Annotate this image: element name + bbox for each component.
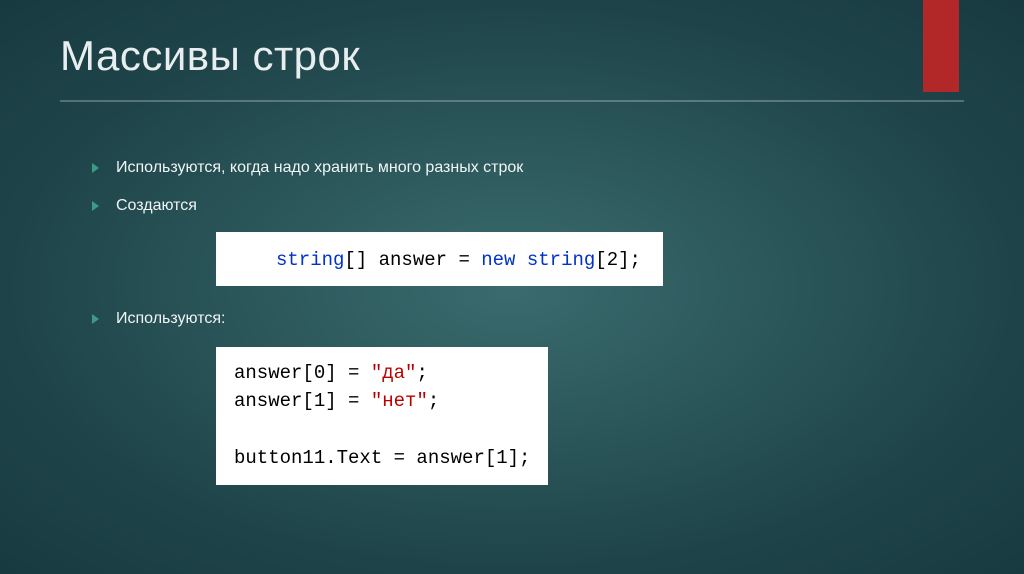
bullet-item: Используются, когда надо хранить много р… <box>90 157 964 179</box>
code-block-usage: answer[0] = "да"; answer[1] = "нет"; but… <box>216 347 964 485</box>
accent-bar <box>923 0 959 92</box>
code-text: button11.Text = answer[ <box>234 447 496 469</box>
code-string: "нет" <box>371 390 428 412</box>
code-keyword: string <box>527 249 595 271</box>
code-text: ]; <box>508 447 531 469</box>
bullet-text: Используются: <box>116 308 225 330</box>
content-area: Используются, когда надо хранить много р… <box>90 157 964 485</box>
code-number: 1 <box>314 390 325 412</box>
code-keyword: string <box>276 249 344 271</box>
code-string: "да" <box>371 362 417 384</box>
code-text: ]; <box>618 249 641 271</box>
code-keyword: new <box>481 249 527 271</box>
bullet-text: Используются, когда надо хранить много р… <box>116 157 523 179</box>
chevron-right-icon <box>90 199 102 217</box>
code-block-declaration: string[] answer = new string[2]; <box>216 232 964 287</box>
code-text: ] = <box>325 362 371 384</box>
code-text: ; <box>416 362 427 384</box>
code-number: 1 <box>496 447 507 469</box>
slide-title: Массивы строк <box>60 32 964 80</box>
chevron-right-icon <box>90 161 102 179</box>
code-text: answer[ <box>234 362 314 384</box>
code-number: 0 <box>314 362 325 384</box>
bullet-item: Используются: <box>90 308 964 330</box>
code-text: ; <box>428 390 439 412</box>
code-number: 2 <box>607 249 618 271</box>
bullet-text: Создаются <box>116 195 197 217</box>
chevron-right-icon <box>90 312 102 330</box>
title-underline <box>60 100 964 102</box>
bullet-item: Создаются <box>90 195 964 233</box>
code-text: [] answer = <box>344 249 481 271</box>
code-text: ] = <box>325 390 371 412</box>
slide-body: Массивы строк Используются, когда надо х… <box>0 0 1024 485</box>
code-text: answer[ <box>234 390 314 412</box>
code-text: [ <box>595 249 606 271</box>
